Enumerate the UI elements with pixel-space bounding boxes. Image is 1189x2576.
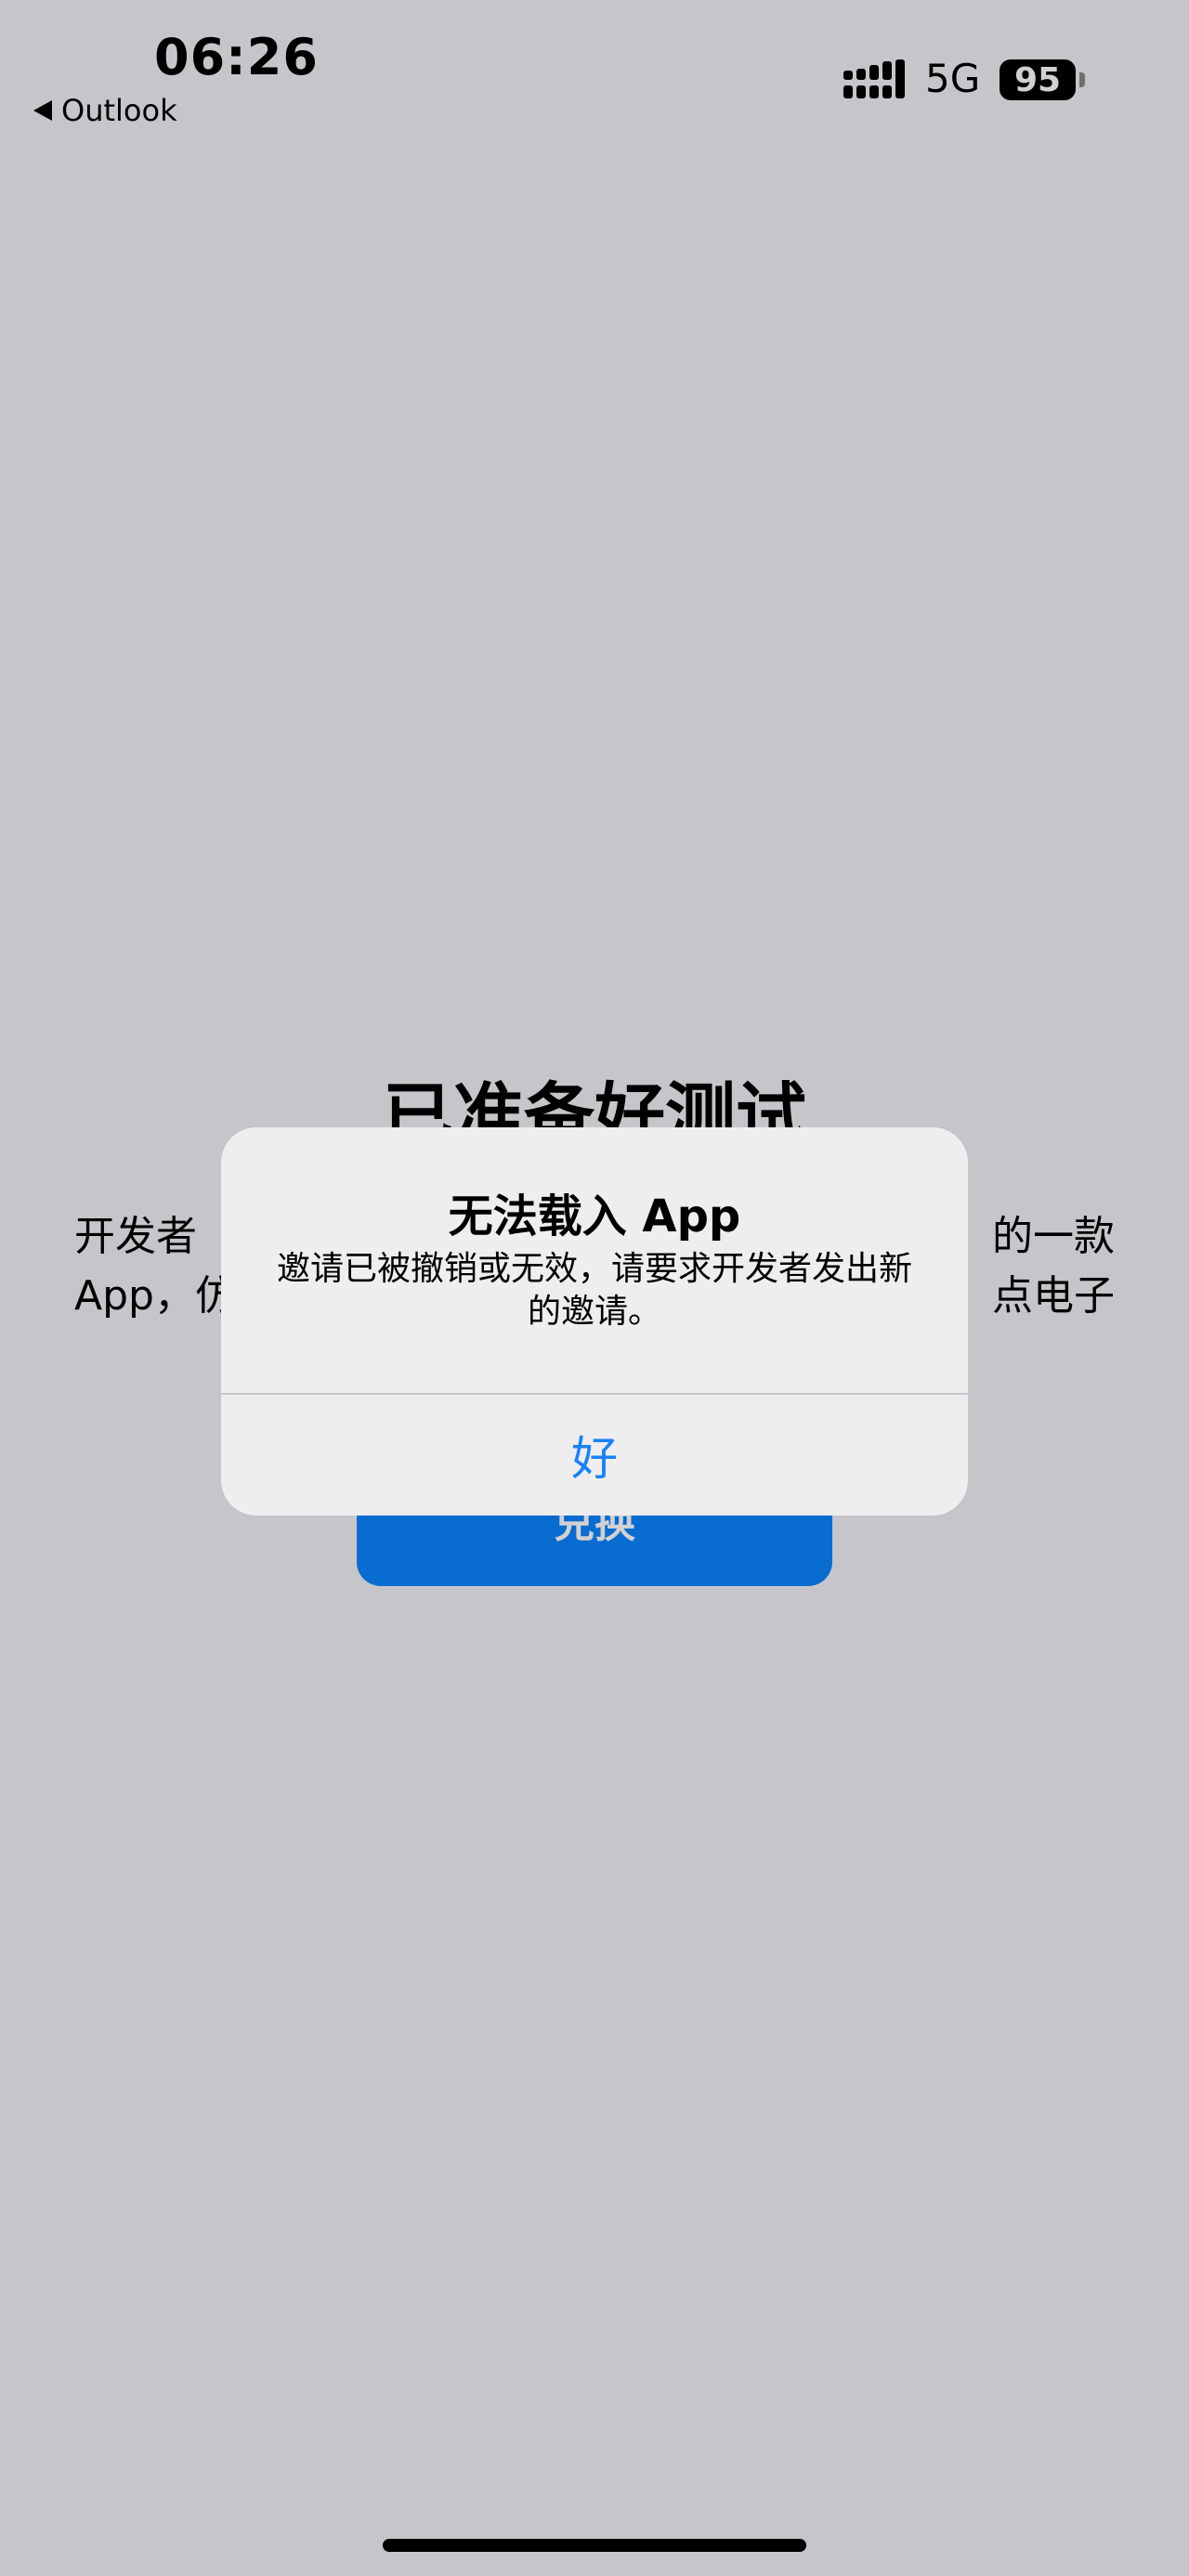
alert-dialog: 无法载入 App 邀请已被撤销或无效，请要求开发者发出新的邀请。 好	[221, 1127, 968, 1516]
alert-title: 无法载入 App	[448, 1190, 741, 1242]
alert-ok-button[interactable]: 好	[221, 1395, 968, 1516]
home-indicator[interactable]	[383, 2539, 806, 2552]
alert-message: 邀请已被撤销或无效，请要求开发者发出新的邀请。	[277, 1250, 913, 1331]
